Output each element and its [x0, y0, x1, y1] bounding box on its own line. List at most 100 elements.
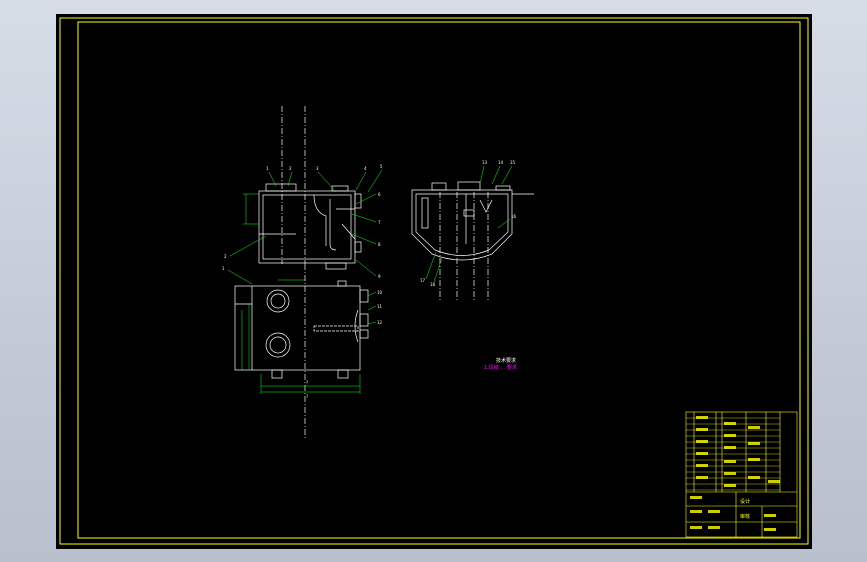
title-block-scribble	[724, 472, 736, 475]
side-view-callouts: 13 14 15 16 17 18	[420, 160, 517, 287]
callout-label: 3	[316, 166, 319, 171]
leader	[227, 269, 253, 285]
title-block-label: 审核	[740, 513, 750, 520]
tank-body	[258, 190, 356, 264]
title-block-scribble	[768, 480, 780, 483]
title-block-scribble	[690, 496, 702, 499]
tech-note-text: 1.焊缝 ... 要求	[484, 364, 517, 371]
title-block-scribble	[748, 458, 760, 461]
port-inner	[270, 293, 286, 309]
callout-label: 11	[377, 304, 383, 309]
top-fitting	[457, 181, 481, 191]
leader	[229, 235, 267, 257]
callout-label: 1	[266, 166, 269, 171]
bottom-view-callouts: 10 11 12 ? ?	[306, 290, 383, 399]
callout-label: 15	[510, 160, 516, 165]
callout-label: 2	[289, 166, 292, 171]
internal-baffle	[479, 199, 493, 213]
bottom-view-leaders	[241, 279, 377, 394]
title-block-scribbles	[690, 416, 780, 531]
callout-label: 10	[377, 290, 383, 295]
tank-inner	[262, 194, 352, 260]
leader	[355, 193, 377, 205]
callout-label: 1	[222, 266, 225, 271]
leader	[491, 165, 501, 185]
bottom-outlet	[325, 262, 347, 270]
title-block-scribble	[696, 440, 708, 443]
title-block-scribble	[748, 476, 760, 479]
title-block-scribble	[690, 526, 702, 529]
top-fitting	[431, 182, 447, 191]
title-block-scribble	[724, 484, 736, 487]
hopper-inner	[415, 193, 509, 256]
callout-label: 18	[430, 282, 436, 287]
leader	[317, 171, 337, 193]
side-bracket	[354, 193, 362, 209]
cad-viewport[interactable]: 1 2 3 4 5 6 7 8 9 2 1 10 11 12 ? ? 13 14…	[56, 14, 812, 549]
leader	[355, 171, 367, 191]
callout-label: 2	[224, 254, 227, 259]
callout-label: 7	[378, 220, 381, 225]
side-tab	[359, 313, 369, 327]
callout-label: 17	[420, 278, 426, 283]
inner-curve-2	[329, 199, 337, 251]
front-view	[258, 106, 362, 270]
leader	[367, 291, 377, 297]
leader	[479, 165, 485, 185]
callout-label: 4	[364, 166, 367, 171]
foot-top	[337, 280, 347, 287]
inner-frame	[77, 21, 801, 539]
title-block-scribble	[724, 460, 736, 463]
title-block-scribble	[764, 514, 776, 517]
callout-label: 8	[378, 242, 381, 247]
detail-line	[341, 223, 356, 240]
internal-block	[463, 209, 475, 217]
port-inner	[269, 336, 287, 354]
side-tab	[359, 329, 369, 339]
internal-tube	[421, 197, 429, 229]
leader	[367, 169, 383, 193]
leader	[501, 165, 513, 185]
title-block-scribble	[696, 476, 708, 479]
leader	[425, 251, 437, 280]
outer-frame	[59, 17, 809, 545]
callout-label: 6	[378, 192, 381, 197]
title-block-scribble	[696, 452, 708, 455]
callout-label: 12	[377, 320, 383, 325]
callout-label: 13	[482, 160, 488, 165]
title-block-scribble	[748, 442, 760, 445]
side-view-leaders	[425, 165, 513, 283]
drawing-frame	[59, 17, 809, 545]
side-bracket	[354, 241, 362, 253]
title-block-scribble	[724, 422, 736, 425]
bottom-view	[234, 264, 369, 440]
callout-label: 9	[378, 274, 381, 279]
leader	[355, 259, 377, 277]
foot	[337, 369, 349, 379]
leader	[351, 233, 377, 245]
top-fitting	[495, 185, 511, 191]
title-block-scribble	[748, 426, 760, 429]
title-block-scribble	[708, 510, 720, 513]
dimension-label: ?	[306, 394, 308, 399]
port-outer	[265, 332, 291, 358]
title-block-scribble	[724, 434, 736, 437]
inner-curve	[313, 194, 327, 246]
leader	[367, 321, 377, 325]
dimension-label: ?	[306, 380, 308, 385]
technical-note: 技术要求 1.焊缝 ... 要求	[484, 357, 517, 371]
title-block-scribble	[690, 510, 702, 513]
cad-drawing: 1 2 3 4 5 6 7 8 9 2 1 10 11 12 ? ? 13 14…	[59, 17, 809, 545]
title-block-scribble	[724, 446, 736, 449]
port-outer	[266, 289, 290, 313]
plate-outline	[234, 285, 361, 371]
slot	[313, 325, 359, 332]
title-block-scribble	[696, 464, 708, 467]
title-block-scribble	[764, 528, 776, 531]
title-block-scribble	[696, 428, 708, 431]
leader	[367, 305, 377, 311]
title-block-scribble	[696, 416, 708, 419]
title-block-labels: 设计 审核	[740, 498, 750, 520]
leader	[433, 257, 443, 283]
title-block-scribble	[708, 526, 720, 529]
